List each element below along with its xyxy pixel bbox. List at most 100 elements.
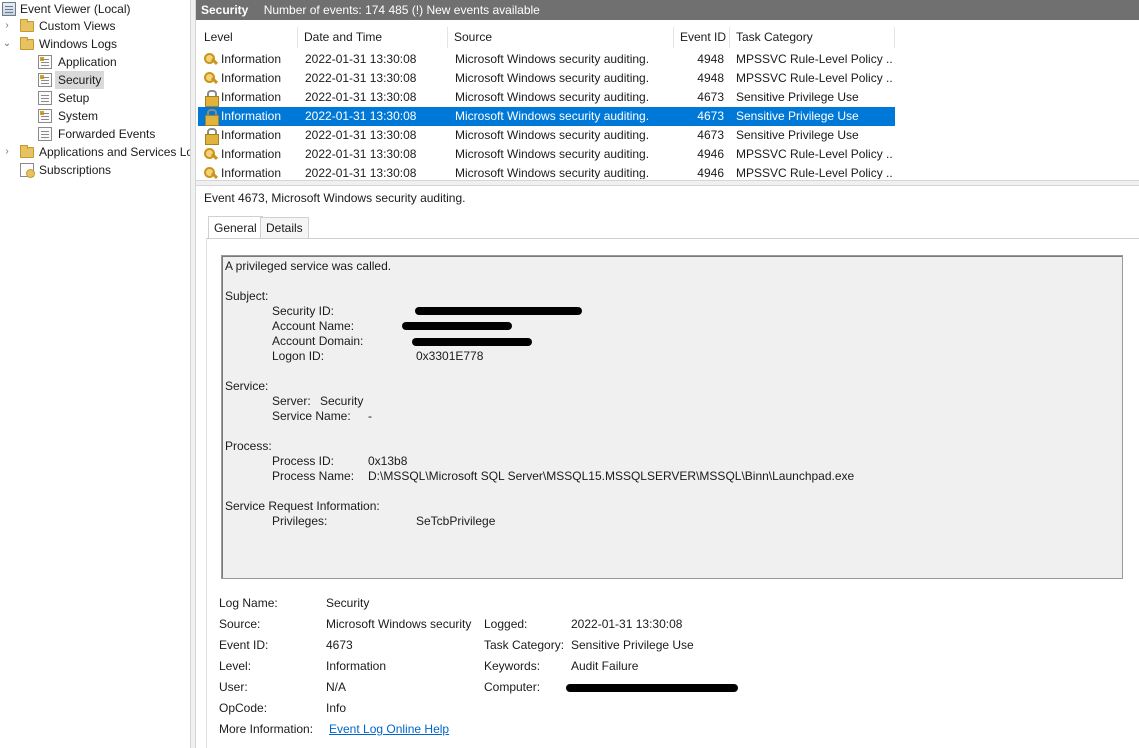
key-icon <box>204 52 218 67</box>
service-request-heading: Service Request Information: <box>225 499 380 513</box>
user-value: N/A <box>326 680 347 694</box>
lock-icon <box>204 90 219 107</box>
process-heading: Process: <box>225 439 272 453</box>
cell-level: Information <box>221 71 282 85</box>
level-label: Level: <box>219 659 252 673</box>
cell-event-id: 4946 <box>697 147 724 161</box>
log-header-bar: Security Number of events: 174 485 (!) N… <box>196 0 1139 20</box>
cell-event-id: 4946 <box>697 166 724 179</box>
cell-datetime: 2022-01-31 13:30:08 <box>305 128 417 142</box>
log-icon <box>38 127 52 141</box>
tree-item-label: Security <box>55 71 105 89</box>
task-category-label: Task Category: <box>484 638 565 652</box>
event-count-info: Number of events: 174 485 (!) New events… <box>263 3 540 17</box>
server-value: Security <box>320 394 364 408</box>
event-log-online-help-link[interactable]: Event Log Online Help <box>329 721 449 737</box>
tab-details[interactable]: Details <box>260 217 309 239</box>
lock-icon <box>204 109 219 126</box>
cell-level: Information <box>221 147 282 161</box>
more-information-label: More Information: <box>219 722 314 736</box>
service-heading: Service: <box>225 379 269 393</box>
privileges-label: Privileges: <box>272 514 328 528</box>
collapse-arrow-icon[interactable]: ⌄ <box>1 35 13 53</box>
cell-source: Microsoft Windows security auditing. <box>455 109 650 123</box>
cell-source: Microsoft Windows security auditing. <box>455 147 650 161</box>
task-category-value: Sensitive Privilege Use <box>571 638 694 652</box>
user-label: User: <box>219 680 248 694</box>
tab-general[interactable]: General <box>208 216 263 239</box>
log-name-label: Log Name: <box>219 596 278 610</box>
cell-category: MPSSVC Rule-Level Policy ... <box>736 147 892 161</box>
cell-source: Microsoft Windows security auditing. <box>455 90 650 104</box>
event-description[interactable]: A privileged service was called. Subject… <box>221 255 1123 579</box>
table-row[interactable]: Information 2022-01-31 13:30:08 Microsoft … <box>198 107 895 126</box>
horizontal-splitter[interactable] <box>196 180 1139 186</box>
tree-item-label: Applications and Services Lo <box>39 145 190 159</box>
key-icon <box>204 166 218 179</box>
tree-item-label: Event Viewer (Local) <box>20 2 131 16</box>
account-domain-label: Account Domain: <box>272 334 364 348</box>
service-name-value: - <box>368 409 372 423</box>
expand-arrow-icon[interactable]: › <box>1 143 13 161</box>
log-title: Security <box>201 3 249 17</box>
log-icon <box>38 109 52 123</box>
tree-item-label: Subscriptions <box>39 163 112 177</box>
column-header-level[interactable]: Level <box>198 27 298 48</box>
cell-source: Microsoft Windows security auditing. <box>455 71 650 85</box>
cell-event-id: 4673 <box>697 128 724 142</box>
navigation-tree: Event Viewer (Local) › Custom Views ⌄ Wi… <box>0 0 190 748</box>
tree-item-label: Custom Views <box>39 19 116 33</box>
process-name-value: D:\MSSQL\Microsoft SQL Server\MSSQL15.MS… <box>368 469 855 483</box>
privileges-value: SeTcbPrivilege <box>416 514 496 528</box>
vertical-splitter[interactable] <box>190 0 196 748</box>
event-id-label: Event ID: <box>219 638 269 652</box>
cell-category: Sensitive Privilege Use <box>736 128 859 142</box>
cell-event-id: 4948 <box>697 71 724 85</box>
description-headline: A privileged service was called. <box>225 259 392 273</box>
subject-heading: Subject: <box>225 289 269 303</box>
server-label: Server: <box>272 394 311 408</box>
source-value: Microsoft Windows security <box>326 617 472 631</box>
column-header-event-id[interactable]: Event ID <box>674 27 730 48</box>
cell-event-id: 4673 <box>697 109 724 123</box>
cell-datetime: 2022-01-31 13:30:08 <box>305 90 417 104</box>
service-name-label: Service Name: <box>272 409 351 423</box>
table-row[interactable]: Information 2022-01-31 13:30:08 Microsoft … <box>198 50 895 69</box>
cell-category: Sensitive Privilege Use <box>736 109 859 123</box>
expand-arrow-icon[interactable]: › <box>1 17 13 35</box>
event-viewer-icon <box>2 2 16 16</box>
cell-level: Information <box>221 166 282 179</box>
table-row[interactable]: Information 2022-01-31 13:30:08 Microsoft … <box>198 88 895 107</box>
logon-id-label: Logon ID: <box>272 349 325 363</box>
folder-icon <box>20 19 34 32</box>
process-id-label: Process ID: <box>272 454 335 468</box>
cell-event-id: 4948 <box>697 52 724 66</box>
table-row[interactable]: Information 2022-01-31 13:30:08 Microsoft … <box>198 126 895 145</box>
account-name-label: Account Name: <box>272 319 355 333</box>
cell-category: MPSSVC Rule-Level Policy ... <box>736 52 892 66</box>
cell-category: MPSSVC Rule-Level Policy ... <box>736 71 892 85</box>
table-row[interactable]: Information 2022-01-31 13:30:08 Microsoft … <box>198 69 895 88</box>
redaction-mark <box>415 307 582 315</box>
cell-datetime: 2022-01-31 13:30:08 <box>305 109 417 123</box>
cell-source: Microsoft Windows security auditing. <box>455 166 650 179</box>
cell-datetime: 2022-01-31 13:30:08 <box>305 147 417 161</box>
column-header-date-time[interactable]: Date and Time <box>298 27 448 48</box>
event-preview-title: Event 4673, Microsoft Windows security a… <box>204 191 466 205</box>
source-label: Source: <box>219 617 261 631</box>
event-id-value: 4673 <box>326 638 353 652</box>
column-header-source[interactable]: Source <box>448 27 674 48</box>
lock-icon <box>204 128 219 145</box>
tree-item-label: Setup <box>58 91 90 105</box>
table-row[interactable]: Information 2022-01-31 13:30:08 Microsoft … <box>198 145 895 164</box>
table-row[interactable]: Information 2022-01-31 13:30:08 Microsoft … <box>198 164 895 179</box>
subscriptions-icon <box>20 163 35 178</box>
column-header-task-category[interactable]: Task Category <box>730 27 895 48</box>
tree-item-label: Application <box>58 55 117 69</box>
tree-item-label: System <box>58 109 99 123</box>
cell-level: Information <box>221 128 282 142</box>
log-icon <box>38 73 52 87</box>
log-name-value: Security <box>326 596 370 610</box>
cell-source: Microsoft Windows security auditing. <box>455 52 650 66</box>
redaction-mark <box>412 338 532 346</box>
